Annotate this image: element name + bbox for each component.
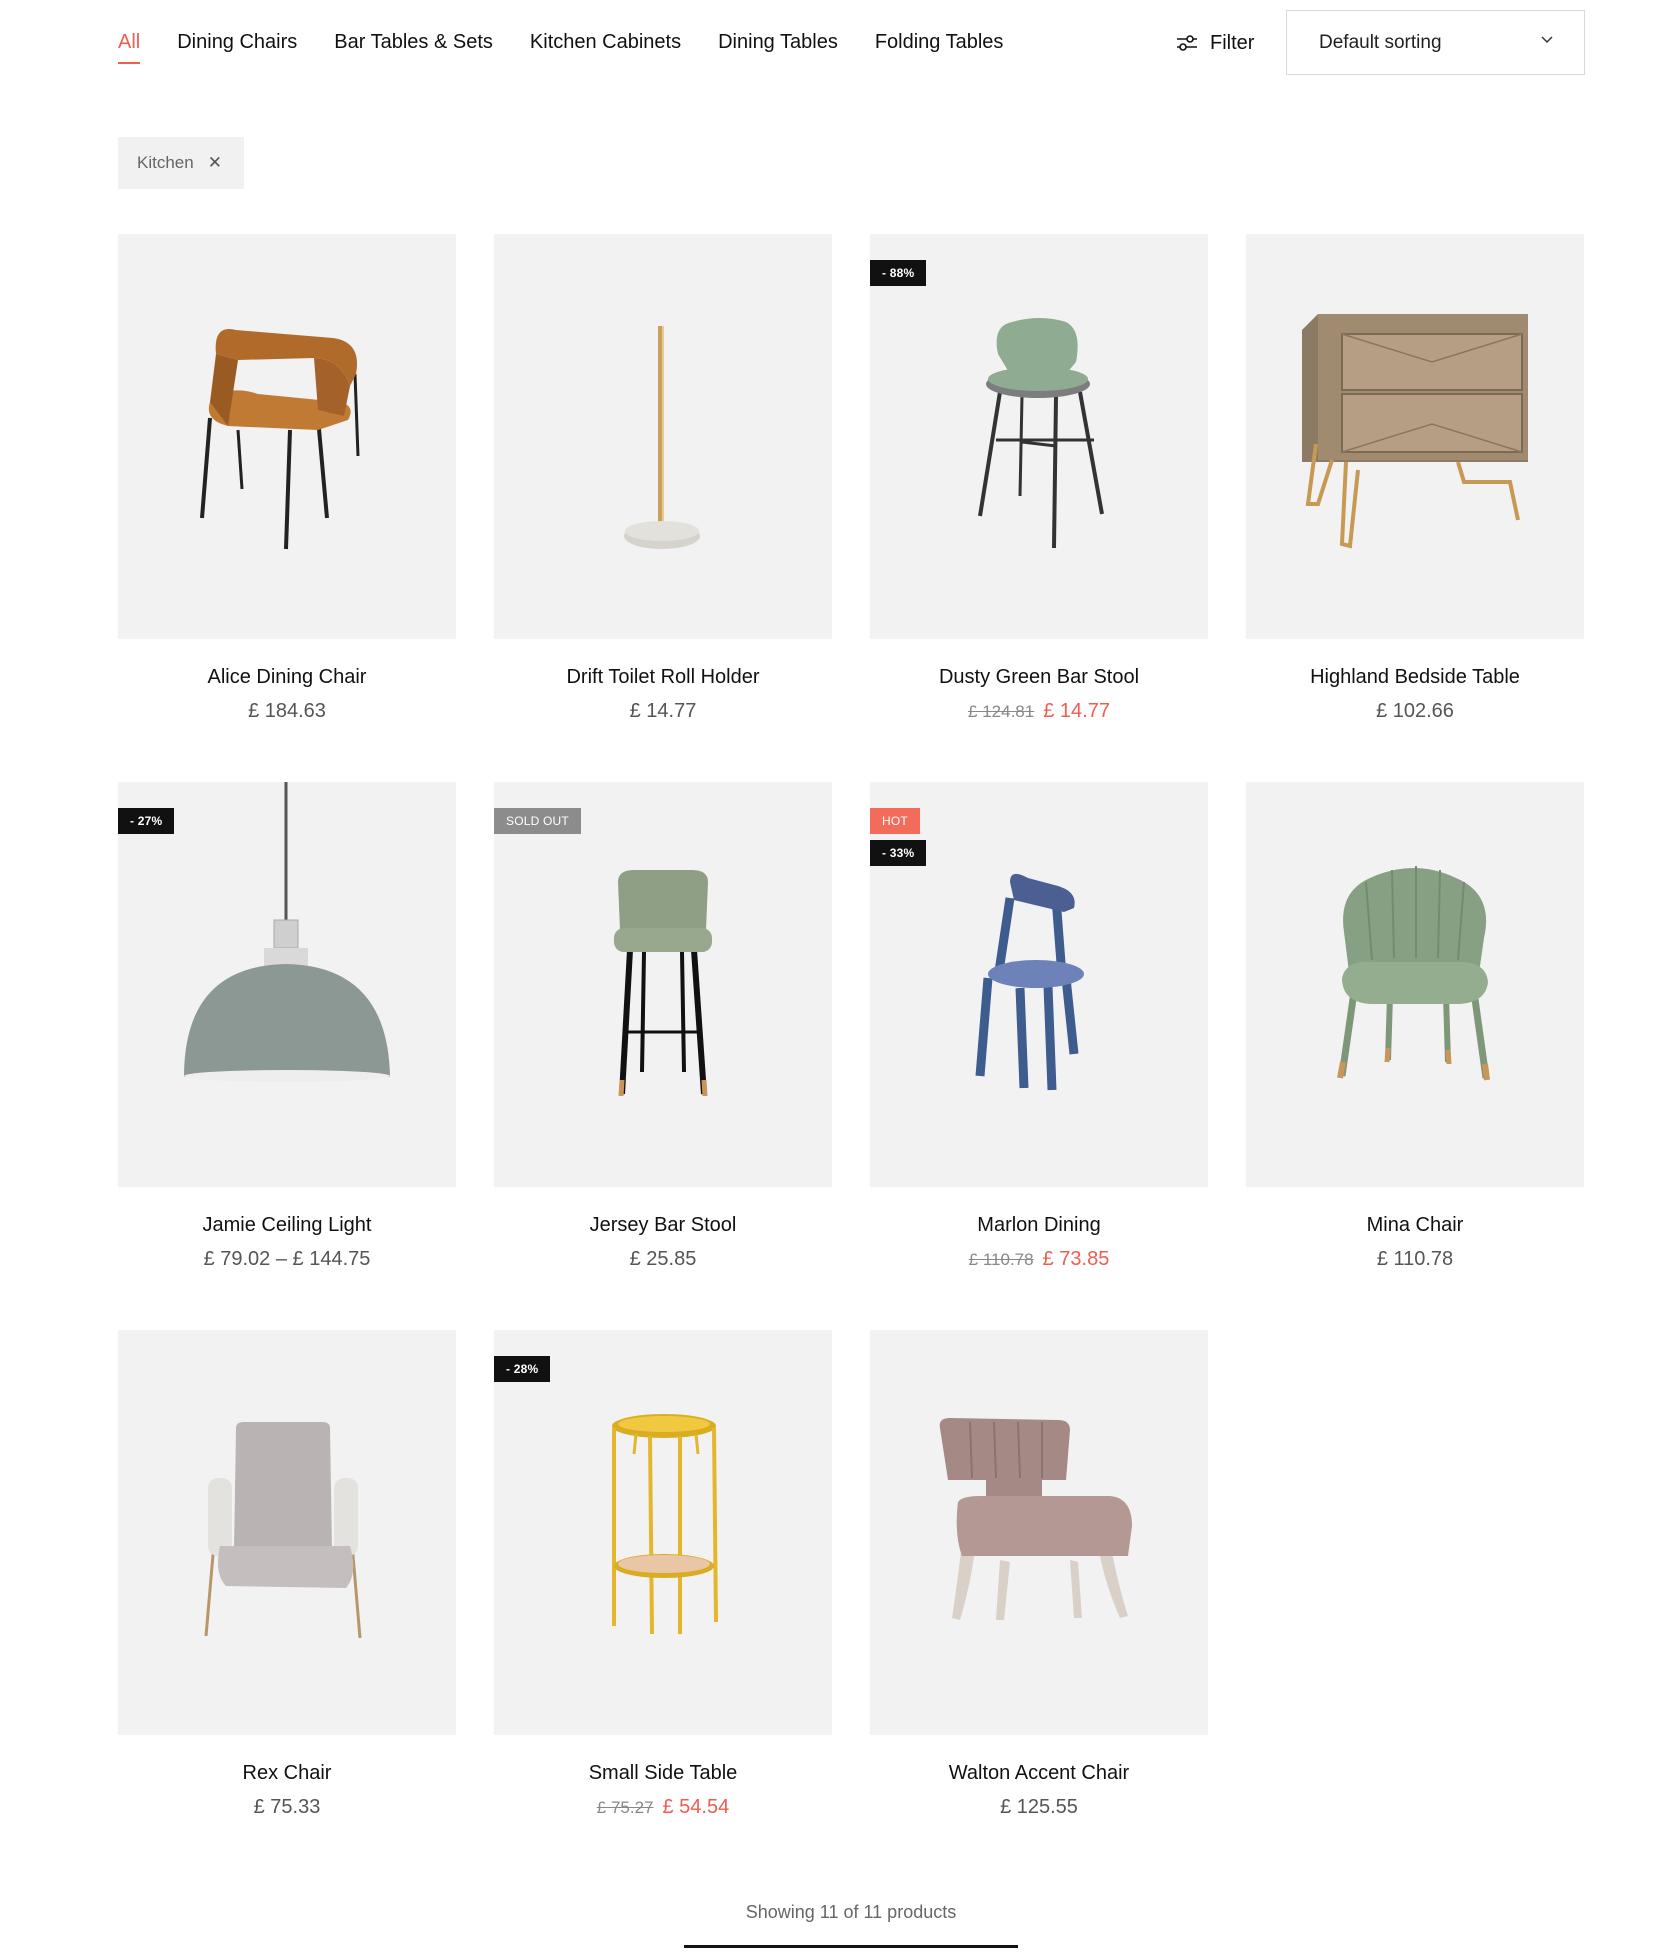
product-card: Mina Chair £ 110.78	[1246, 782, 1584, 1271]
product-image-link[interactable]: - 88%	[870, 234, 1208, 639]
category-tab-dining-tables[interactable]: Dining Tables	[718, 32, 838, 54]
chevron-down-icon	[1541, 36, 1553, 44]
dining-chair-image	[200, 329, 360, 550]
product-title[interactable]: Dusty Green Bar Stool	[870, 666, 1208, 689]
product-price: £ 110.78	[1376, 1248, 1454, 1270]
results-count: Showing 11 of 11 products	[745, 1902, 957, 1922]
product-image-link[interactable]	[870, 1330, 1208, 1735]
dining-chair-image	[975, 873, 1084, 1091]
product-image-link[interactable]: HOT - 33%	[870, 782, 1208, 1187]
product-price: £ 102.66	[1376, 700, 1454, 722]
product-card: HOT - 33% Marlon Dining £ 110.78 £ 73.85	[870, 782, 1208, 1271]
product-image-link[interactable]	[118, 234, 456, 639]
product-card: Rex Chair £ 75.33	[118, 1330, 456, 1819]
bedside-table-image	[1302, 314, 1528, 549]
product-title[interactable]: Drift Toilet Roll Holder	[494, 666, 832, 689]
product-price: £ 25.85	[629, 1248, 697, 1270]
accent-chair-image	[939, 1418, 1132, 1620]
product-image-link[interactable]: - 27%	[118, 782, 456, 1187]
product-card: - 88% Dusty Green Bar Stool £ 124.81 £ 14…	[870, 234, 1208, 723]
product-image-link[interactable]	[1246, 234, 1584, 639]
sorting-selected-value: Default sorting	[1319, 31, 1442, 53]
product-title[interactable]: Highland Bedside Table	[1246, 666, 1584, 689]
product-card: Highland Bedside Table £ 102.66	[1246, 234, 1584, 723]
product-title[interactable]: Alice Dining Chair	[118, 666, 456, 689]
filter-label: Filter	[1210, 31, 1255, 54]
product-title[interactable]: Mina Chair	[1246, 1214, 1584, 1237]
product-card: - 27% Jamie Ceiling Light £ 79.02 – £ 14…	[118, 782, 456, 1271]
category-tab-folding-tables[interactable]: Folding Tables	[875, 32, 1004, 54]
results-progress-bar	[684, 1945, 1018, 1948]
product-title[interactable]: Walton Accent Chair	[870, 1762, 1208, 1785]
product-card: Walton Accent Chair £ 125.55	[870, 1330, 1208, 1819]
product-price: £ 124.81 £ 14.77	[968, 700, 1110, 722]
product-price: £ 184.63	[248, 700, 326, 722]
product-image-link[interactable]: - 28%	[494, 1330, 832, 1735]
product-image-link[interactable]: SOLD OUT	[494, 782, 832, 1187]
side-table-image	[612, 1414, 718, 1635]
product-image-link[interactable]	[118, 1330, 456, 1735]
product-card: - 28% Small Side Table £ 75.27 £ 54.54	[494, 1330, 832, 1819]
product-title[interactable]: Rex Chair	[118, 1762, 456, 1785]
product-price: £ 110.78 £ 73.85	[968, 1248, 1110, 1270]
product-card: SOLD OUT Jersey Bar Stool £ 25.85	[494, 782, 832, 1271]
active-filter-chip[interactable]: Kitchen ✕	[118, 137, 244, 189]
product-title[interactable]: Jamie Ceiling Light	[118, 1214, 456, 1237]
category-tabs: All Dining Chairs Bar Tables & Sets Kitc…	[118, 10, 1040, 76]
product-title[interactable]: Small Side Table	[494, 1762, 832, 1785]
active-filter-label: Kitchen	[137, 153, 194, 172]
sliders-icon	[1177, 35, 1197, 51]
ceiling-light-image	[184, 782, 390, 1082]
product-price: £ 79.02 – £ 144.75	[203, 1248, 371, 1270]
product-title[interactable]: Marlon Dining	[870, 1214, 1208, 1237]
bar-stool-image	[978, 318, 1104, 549]
category-tab-bar-tables-sets[interactable]: Bar Tables & Sets	[334, 32, 493, 54]
roll-holder-image	[624, 326, 700, 549]
product-card: Drift Toilet Roll Holder £ 14.77	[494, 234, 832, 723]
product-price: £ 14.77	[629, 700, 697, 722]
product-card: Alice Dining Chair £ 184.63	[118, 234, 456, 723]
shop-toolbar: All Dining Chairs Bar Tables & Sets Kitc…	[118, 10, 1585, 76]
sorting-select[interactable]: Default sorting	[1286, 10, 1585, 75]
product-price: £ 75.33	[253, 1796, 321, 1818]
armchair-image	[204, 1422, 362, 1639]
armchair-image	[1337, 866, 1490, 1081]
product-price: £ 75.27 £ 54.54	[596, 1796, 730, 1818]
bar-stool-image	[614, 870, 712, 1097]
product-title[interactable]: Jersey Bar Stool	[494, 1214, 832, 1237]
category-tab-kitchen-cabinets[interactable]: Kitchen Cabinets	[530, 32, 681, 54]
product-image-link[interactable]	[1246, 782, 1584, 1187]
category-tab-all[interactable]: All	[118, 32, 141, 64]
close-icon[interactable]: ✕	[208, 153, 222, 173]
product-image-link[interactable]	[494, 234, 832, 639]
product-price: £ 125.55	[1000, 1796, 1078, 1818]
filter-button[interactable]: Filter	[1176, 10, 1254, 76]
category-tab-dining-chairs[interactable]: Dining Chairs	[177, 32, 297, 54]
